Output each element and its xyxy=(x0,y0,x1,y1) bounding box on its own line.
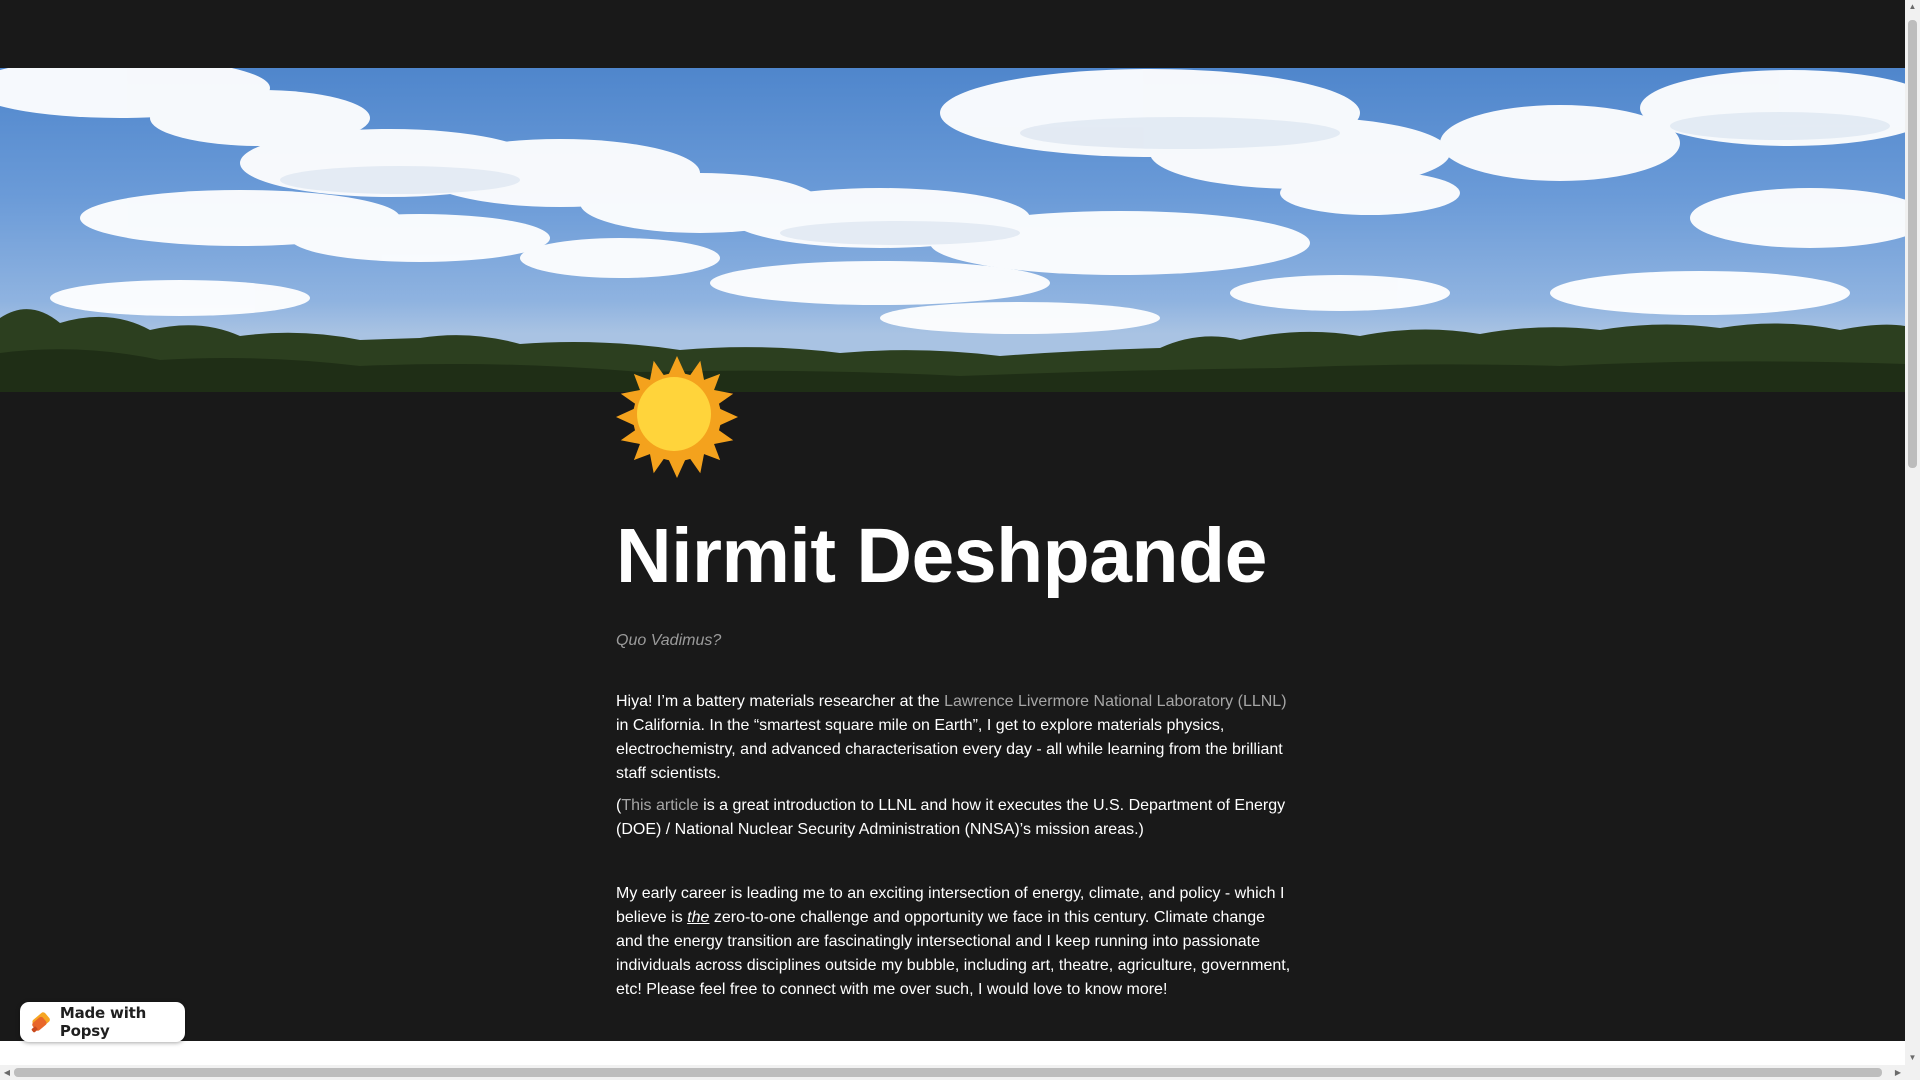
scroll-left-arrow[interactable]: ◀ xyxy=(0,1066,14,1080)
bottom-strip xyxy=(0,1041,1905,1065)
scroll-down-arrow[interactable]: ▼ xyxy=(1905,1051,1920,1065)
vertical-scrollbar-thumb[interactable] xyxy=(1908,20,1917,468)
made-with-popsy-badge[interactable]: Made with Popsy xyxy=(20,1002,185,1042)
cover-image xyxy=(0,68,1905,392)
career-text-suffix: zero-to-one challenge and opportunity we… xyxy=(616,909,1291,999)
intro-text-prefix: Hiya! I’m a battery materials researcher… xyxy=(616,693,945,711)
page-title: Nirmit Deshpande xyxy=(616,513,1267,599)
scroll-up-arrow[interactable]: ▲ xyxy=(1905,0,1920,14)
intro-paragraph: Hiya! I’m a battery materials researcher… xyxy=(616,690,1292,786)
sun-icon xyxy=(616,356,738,478)
article-paragraph: (This article is a great introduction to… xyxy=(616,794,1292,842)
sky-clouds-illustration xyxy=(0,68,1905,392)
page-subtitle: Quo Vadimus? xyxy=(616,632,722,650)
top-bar xyxy=(0,0,1905,68)
career-paragraph: My early career is leading me to an exci… xyxy=(616,882,1292,1002)
llnl-link[interactable]: Lawrence Livermore National Laboratory (… xyxy=(944,693,1286,710)
this-article-link[interactable]: This article xyxy=(621,797,698,814)
scroll-right-arrow[interactable]: ▶ xyxy=(1891,1066,1905,1080)
article-text-suffix: is a great introduction to LLNL and how … xyxy=(616,797,1286,839)
page-content: Nirmit Deshpande Quo Vadimus? Hiya! I’m … xyxy=(616,510,1292,1002)
badge-label: Made with Popsy xyxy=(59,1004,147,1040)
career-emphasis: the xyxy=(687,909,710,927)
horizontal-scrollbar-thumb[interactable] xyxy=(14,1068,1882,1077)
popsy-logo-icon xyxy=(31,1012,50,1033)
intro-text-suffix: in California. In the “smartest square m… xyxy=(616,717,1283,783)
